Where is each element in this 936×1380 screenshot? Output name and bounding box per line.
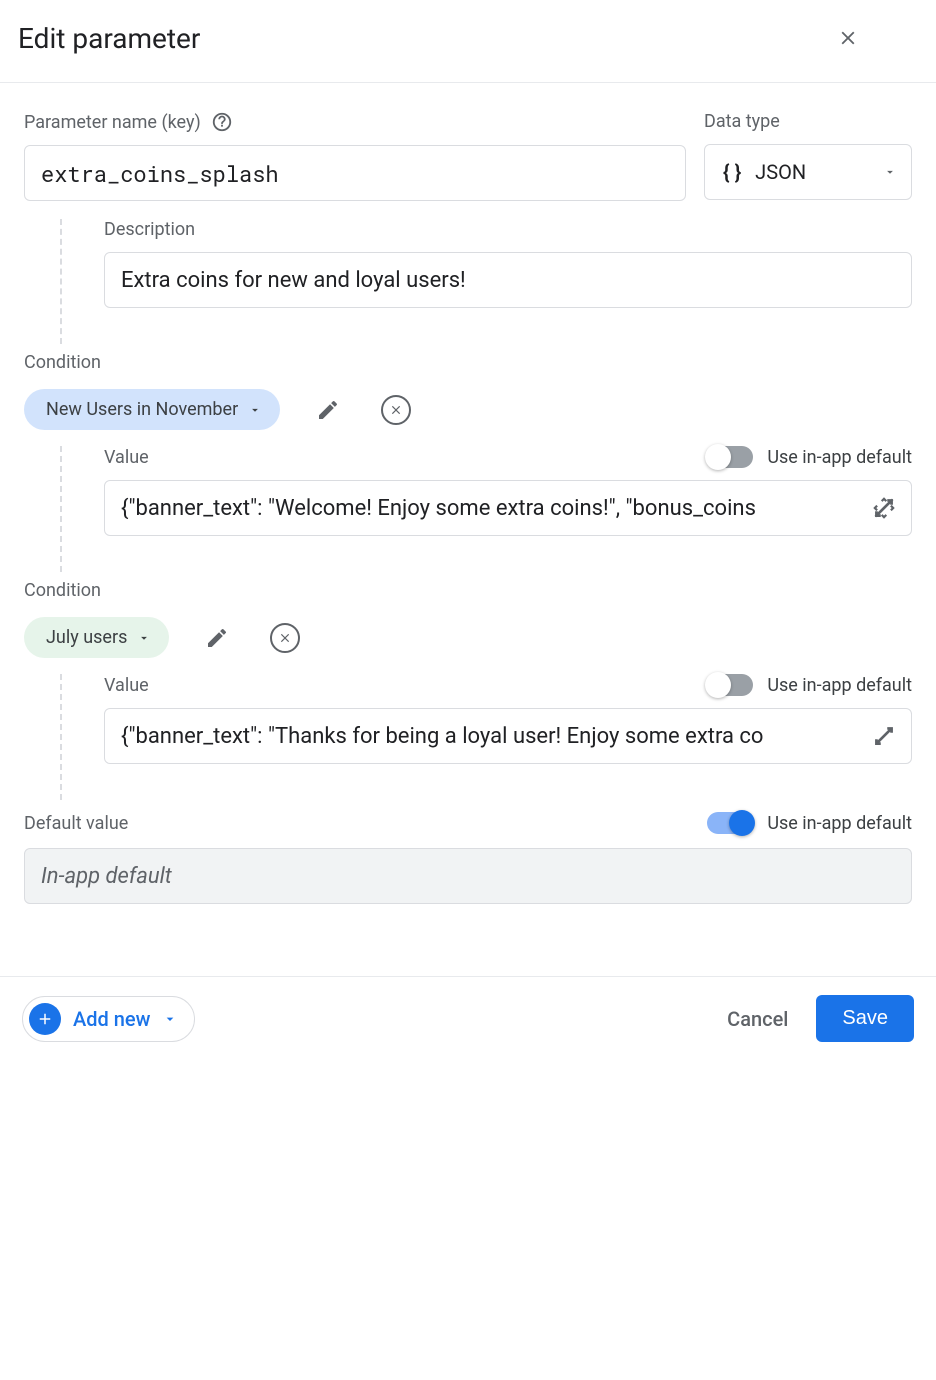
data-type-select[interactable]: { } JSON	[704, 144, 912, 200]
dialog-title: Edit parameter	[18, 22, 200, 55]
description-input[interactable]: Extra coins for new and loyal users!	[104, 252, 912, 308]
description-label: Description	[104, 219, 912, 240]
expand-icon[interactable]	[871, 495, 897, 521]
value-label: Value	[104, 447, 149, 468]
pencil-icon	[316, 398, 340, 422]
remove-condition-button[interactable]	[376, 390, 416, 430]
save-button[interactable]: Save	[816, 995, 914, 1042]
help-icon[interactable]	[211, 111, 233, 133]
cancel-button[interactable]: Cancel	[727, 1007, 788, 1031]
use-default-toggle[interactable]	[707, 446, 753, 468]
condition-label: Condition	[24, 352, 912, 373]
expand-icon[interactable]	[871, 723, 897, 749]
chevron-down-icon	[248, 403, 262, 417]
value-label: Value	[104, 675, 149, 696]
use-default-label: Use in-app default	[767, 447, 912, 468]
use-default-label: Use in-app default	[767, 675, 912, 696]
close-icon	[837, 27, 859, 49]
use-default-toggle[interactable]	[707, 674, 753, 696]
param-name-input[interactable]: extra_coins_splash	[24, 145, 686, 201]
condition-chip[interactable]: July users	[24, 617, 169, 658]
json-braces-icon: { }	[723, 160, 741, 184]
use-default-label: Use in-app default	[767, 813, 912, 834]
param-name-label: Parameter name (key)	[24, 112, 201, 133]
plus-icon	[29, 1003, 61, 1035]
value-input[interactable]: {"banner_text": "Thanks for being a loya…	[104, 708, 912, 764]
chevron-down-icon	[137, 631, 151, 645]
circle-x-icon	[381, 395, 411, 425]
value-input[interactable]: {"banner_text": "Welcome! Enjoy some ext…	[104, 480, 912, 536]
chevron-down-icon	[883, 165, 897, 179]
circle-x-icon	[270, 623, 300, 653]
pencil-icon	[205, 626, 229, 650]
add-new-button[interactable]: Add new	[22, 996, 195, 1042]
edit-condition-button[interactable]	[308, 390, 348, 430]
default-value-input: In-app default	[24, 848, 912, 904]
condition-label: Condition	[24, 580, 912, 601]
edit-condition-button[interactable]	[197, 618, 237, 658]
use-default-toggle[interactable]	[707, 812, 753, 834]
remove-condition-button[interactable]	[265, 618, 305, 658]
data-type-label: Data type	[704, 111, 780, 132]
chevron-down-icon	[162, 1011, 178, 1027]
default-value-label: Default value	[24, 813, 128, 834]
close-button[interactable]	[828, 18, 868, 58]
condition-chip[interactable]: New Users in November	[24, 389, 280, 430]
